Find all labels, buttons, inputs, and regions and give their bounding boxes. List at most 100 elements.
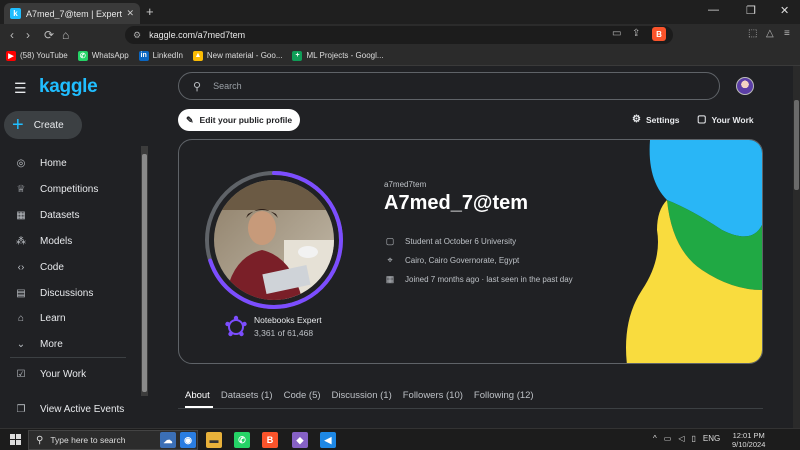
widgets-icon[interactable]: ☁ bbox=[160, 432, 176, 448]
edit-profile-button[interactable]: ✎ Edit your public profile bbox=[178, 109, 300, 131]
volume-icon[interactable]: ◁ bbox=[678, 434, 684, 443]
browser-tab[interactable]: k A7med_7@tem | Expert | Kaggle ✕ bbox=[4, 3, 140, 24]
whatsapp-taskbar-icon[interactable]: ✆ bbox=[234, 432, 250, 448]
tab-following[interactable]: Following (12) bbox=[474, 390, 534, 401]
sidebar-item-discussions[interactable]: ▤ Discussions bbox=[14, 288, 93, 299]
file-explorer-icon[interactable]: ▬ bbox=[206, 432, 222, 448]
tab-datasets[interactable]: Datasets (1) bbox=[221, 390, 273, 401]
bookmark-label: LinkedIn bbox=[152, 51, 183, 60]
sidebar-item-learn[interactable]: ⌂ Learn bbox=[14, 313, 66, 324]
back-button[interactable]: ‹ bbox=[10, 28, 14, 42]
sidebar-item-label: Discussions bbox=[40, 288, 94, 299]
bookmark-item[interactable]: ▲ New material - Goo... bbox=[192, 50, 282, 61]
home-button[interactable]: ⌂ bbox=[62, 28, 69, 42]
sidebar-item-more[interactable]: ⌄ More bbox=[14, 339, 63, 350]
gear-icon: ⚙ bbox=[632, 114, 641, 125]
compass-icon: ◎ bbox=[16, 158, 26, 169]
bookmark-label: WhatsApp bbox=[91, 51, 129, 60]
bookmark-label: (58) YouTube bbox=[20, 51, 68, 60]
profile-username: a7med7tem bbox=[384, 180, 427, 189]
page-scrollbar-thumb[interactable] bbox=[794, 100, 799, 190]
app-pinned-icon[interactable]: ◉ bbox=[180, 432, 196, 448]
code-icon: ‹› bbox=[17, 262, 25, 273]
sidebar-item-your-work[interactable]: ☑ Your Work bbox=[14, 369, 87, 380]
url-text: kaggle.com/a7med7tem bbox=[149, 30, 246, 40]
clock-date: 9/10/2024 bbox=[732, 440, 766, 449]
bookmark-item[interactable]: ▶ (58) YouTube bbox=[6, 50, 68, 61]
vscode-icon[interactable]: ◀ bbox=[320, 432, 336, 448]
restore-button[interactable]: ❐ bbox=[746, 4, 756, 17]
reload-button[interactable]: ⟳ bbox=[44, 28, 54, 42]
extensions-icon[interactable]: ⬚ bbox=[748, 28, 757, 39]
bookmark-favicon-icon: ✆ bbox=[77, 50, 88, 61]
profile-joined: ▦ Joined 7 months ago · last seen in the… bbox=[385, 274, 573, 284]
browser-tab-bar: k A7med_7@tem | Expert | Kaggle ✕ + — ❐ … bbox=[0, 0, 800, 24]
kaggle-logo[interactable]: kaggle bbox=[39, 76, 98, 98]
your-work-icon: ☑ bbox=[16, 369, 26, 380]
tabs-divider bbox=[178, 408, 763, 409]
models-icon: ⁂ bbox=[16, 236, 26, 247]
tab-about[interactable]: About bbox=[185, 390, 210, 401]
user-avatar[interactable] bbox=[736, 77, 754, 95]
tab-followers[interactable]: Followers (10) bbox=[403, 390, 463, 401]
bookmark-favicon-icon: + bbox=[292, 50, 303, 61]
sidebar-scrollbar-thumb[interactable] bbox=[142, 154, 147, 392]
brave-shield-icon[interactable]: B bbox=[652, 27, 666, 41]
pencil-icon: ✎ bbox=[186, 114, 194, 125]
network-icon[interactable]: ▭ bbox=[664, 434, 672, 443]
windows-start-icon[interactable] bbox=[10, 434, 21, 445]
sidebar-item-label: Home bbox=[40, 158, 67, 169]
sidebar-item-home[interactable]: ◎ Home bbox=[14, 158, 67, 169]
minimize-button[interactable]: — bbox=[708, 4, 719, 16]
hamburger-menu-icon[interactable]: ☰ bbox=[14, 80, 27, 97]
sidebar-item-label: Datasets bbox=[40, 210, 80, 221]
tray-expand-icon[interactable]: ^ bbox=[653, 434, 657, 443]
visual-studio-icon[interactable]: ◆ bbox=[292, 432, 308, 448]
create-button[interactable]: + Create bbox=[4, 111, 82, 139]
cast-icon[interactable]: ▭ bbox=[612, 28, 621, 39]
sidebar-item-datasets[interactable]: ▦ Datasets bbox=[14, 210, 79, 221]
bookmark-item[interactable]: ✆ WhatsApp bbox=[77, 50, 129, 61]
rewards-icon[interactable]: △ bbox=[766, 28, 774, 39]
new-tab-button[interactable]: + bbox=[146, 4, 154, 19]
profile-photo bbox=[214, 180, 334, 300]
sidebar-item-code[interactable]: ‹› Code bbox=[14, 262, 64, 273]
battery-icon[interactable]: ▯ bbox=[691, 434, 695, 443]
bookmark-item[interactable]: + ML Projects - Googl... bbox=[292, 50, 384, 61]
bookmarks-bar: ▶ (58) YouTube ✆ WhatsApp in LinkedIn ▲ New mat… bbox=[0, 46, 800, 66]
sidebar-item-label: Code bbox=[40, 262, 64, 273]
tier-badge[interactable]: Notebooks Expert 3,361 of 61,468 bbox=[224, 315, 322, 339]
language-indicator[interactable]: ENG bbox=[703, 434, 720, 443]
tab-code[interactable]: Code (5) bbox=[284, 390, 321, 401]
calendar-icon: ▦ bbox=[385, 274, 395, 284]
site-info-icon[interactable]: ⚙ bbox=[133, 30, 141, 41]
kaggle-favicon-icon: k bbox=[10, 8, 21, 19]
brave-taskbar-icon[interactable]: B bbox=[262, 432, 278, 448]
create-label: Create bbox=[33, 119, 64, 131]
tab-discussion[interactable]: Discussion (1) bbox=[332, 390, 392, 401]
profile-tabs: About Datasets (1) Code (5) Discussion (1) F… bbox=[185, 390, 545, 401]
profile-decoration bbox=[626, 140, 762, 363]
sidebar-item-view-active-events[interactable]: ❐ View Active Events bbox=[14, 404, 125, 415]
menu-icon[interactable]: ≡ bbox=[784, 28, 790, 39]
chevron-down-icon: ⌄ bbox=[16, 339, 26, 350]
kaggle-sidebar: ☰ kaggle + Create ◎ Home ♕ Competitions ▦ Dat… bbox=[0, 66, 152, 428]
close-window-button[interactable]: ✕ bbox=[780, 4, 789, 17]
tab-title: A7med_7@tem | Expert | Kaggle bbox=[26, 8, 123, 19]
expert-tier-icon bbox=[225, 315, 247, 337]
tab-close-icon[interactable]: ✕ bbox=[126, 8, 134, 19]
address-bar[interactable]: ⚙ kaggle.com/a7med7tem bbox=[125, 26, 673, 44]
taskbar-clock[interactable]: 12:01 PM 9/10/2024 bbox=[732, 431, 765, 449]
share-icon[interactable]: ⇪ bbox=[632, 28, 640, 39]
clock-time: 12:01 PM bbox=[732, 431, 765, 440]
search-input[interactable]: ⚲ Search bbox=[178, 72, 720, 100]
your-work-button[interactable]: ▢ Your Work bbox=[697, 114, 754, 125]
tier-rank: 3,361 of 61,468 bbox=[254, 328, 314, 338]
bookmark-item[interactable]: in LinkedIn bbox=[138, 50, 183, 61]
settings-button[interactable]: ⚙ Settings bbox=[632, 114, 680, 125]
forward-button[interactable]: › bbox=[26, 28, 30, 42]
profile-avatar-ring bbox=[205, 171, 343, 309]
sidebar-item-competitions[interactable]: ♕ Competitions bbox=[14, 184, 99, 195]
bookmark-favicon-icon: ▲ bbox=[192, 50, 203, 61]
sidebar-item-models[interactable]: ⁂ Models bbox=[14, 236, 72, 247]
